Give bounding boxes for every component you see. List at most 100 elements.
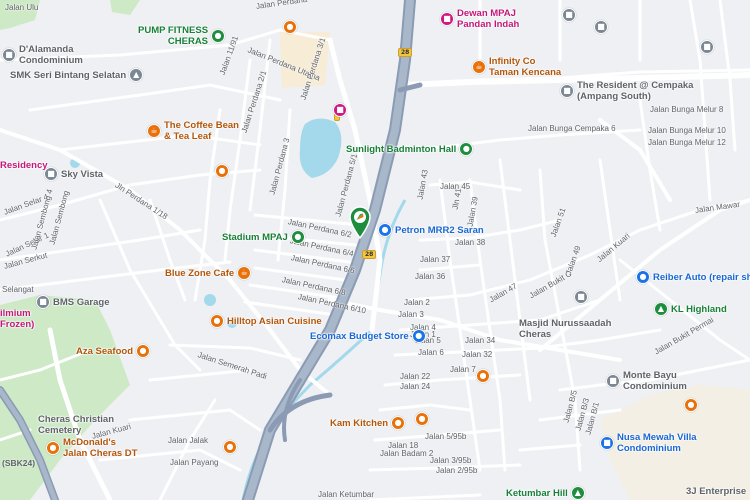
- poi-label: 3J Enterprise: [686, 486, 747, 497]
- poi-infinity[interactable]: ☕ Infinity Co Taman Kencana: [472, 56, 561, 78]
- shopping-icon: ●: [411, 329, 426, 343]
- street-label: Jalan Bunga Melur 12: [648, 138, 726, 147]
- street-label: Jalan Ketumbar: [318, 490, 375, 499]
- building-icon: ■: [44, 167, 58, 181]
- poi-stadium[interactable]: ● Stadium MPAJ: [222, 230, 305, 244]
- hill-icon: ▲: [570, 486, 585, 500]
- route-shield: 28: [398, 48, 413, 57]
- street-label: Jalan Bunga Melur 10: [648, 126, 726, 135]
- building-icon[interactable]: ■: [594, 20, 608, 34]
- coffee-icon: ☕: [472, 60, 486, 74]
- selected-location-pin[interactable]: [348, 205, 372, 239]
- poi-smk[interactable]: ▲ SMK Seri Bintang Selatan: [10, 68, 144, 82]
- poi-label: Nusa Mewah Villa Condominium: [617, 432, 697, 454]
- poi-label: Ketumbar Hill: [506, 487, 568, 499]
- poi-sky-vista[interactable]: ■ Sky Vista: [44, 167, 103, 181]
- street-label: Jalan 7: [450, 365, 476, 374]
- poi-label: BMS Garage: [53, 296, 110, 308]
- coffee-icon: ☕: [147, 124, 161, 138]
- street-label: Jalan 5/95b: [425, 432, 467, 441]
- restaurant-icon: ●: [210, 314, 224, 328]
- building-icon: ■: [36, 295, 50, 309]
- school-icon: ▲: [129, 68, 144, 82]
- street-label: Jalan 24: [400, 382, 431, 391]
- street-label: Jalan 36: [415, 272, 446, 281]
- map-canvas[interactable]: 28 28 ​ Jalan Perdana Utama Jalan 11/91 …: [0, 0, 750, 500]
- poi-nusa-mewah[interactable]: ■ Nusa Mewah Villa Condominium: [600, 432, 697, 454]
- street-label: Jalan 2: [404, 298, 430, 307]
- building-icon: ■: [560, 84, 574, 98]
- poi-label: Hilltop Asian Cuisine: [227, 315, 322, 327]
- poi-bms[interactable]: ■ BMS Garage: [36, 295, 110, 309]
- car-repair-icon: ●: [636, 270, 650, 284]
- poi-aza[interactable]: ● Aza Seafood: [76, 344, 151, 358]
- poi-masjid[interactable]: Masjid Nurussaadah Cheras: [519, 318, 611, 340]
- restaurant-icon[interactable]: ●: [223, 440, 237, 454]
- poi-dewan[interactable]: ■ Dewan MPAJ Pandan Indah: [440, 8, 519, 30]
- street-label: Jalan 22: [400, 372, 431, 381]
- poi-pump-fitness[interactable]: ● PUMP FITNESS CHERAS: [138, 25, 226, 47]
- poi-monte-bayu[interactable]: ■ Monte Bayu Condominium: [606, 370, 687, 392]
- poi-ecomax[interactable]: ● Ecomax Budget Store: [310, 329, 426, 343]
- poi-kam-kitchen[interactable]: ● Kam Kitchen: [330, 416, 406, 430]
- poi-dalamanda[interactable]: ■ D'Alamanda Condominium: [2, 44, 83, 66]
- street-label: Jalan 2/95b: [436, 466, 478, 475]
- stadium-icon: ●: [290, 230, 305, 244]
- street-label: Jalan Jalak: [168, 436, 209, 445]
- poi-label: Monte Bayu Condominium: [623, 370, 687, 392]
- poi-label: Masjid Nurussaadah Cheras: [519, 318, 612, 340]
- route-shield: 28: [362, 250, 377, 259]
- sport-icon: ●: [459, 142, 474, 156]
- poi-label: Infinity Co Taman Kencana: [489, 56, 562, 78]
- street-label: Jalan Payang: [170, 458, 219, 467]
- restaurant-icon: ●: [136, 344, 151, 358]
- street-label: Jalan 38: [455, 238, 486, 247]
- pond-2: [204, 294, 216, 306]
- restaurant-icon[interactable]: ●: [684, 398, 698, 412]
- dumbbell-icon: ●: [211, 29, 226, 43]
- poi-reiber[interactable]: ● Reiber Auto (repair shop): [636, 270, 750, 284]
- poi-label: Stadium MPAJ: [222, 231, 288, 243]
- building-icon[interactable]: ■: [574, 290, 588, 304]
- street-label: Jalan 3/95b: [430, 456, 472, 465]
- poi-label: The Coffee Bean & Tea Leaf: [164, 120, 239, 142]
- poi-hilltop[interactable]: ● Hilltop Asian Cuisine: [210, 314, 322, 328]
- poi-petron[interactable]: ● Petron MRR2 Saran: [378, 223, 484, 237]
- poi-label: Dewan MPAJ Pandan Indah: [457, 8, 520, 30]
- restaurant-icon[interactable]: ●: [476, 369, 490, 383]
- poi-cheras-christian[interactable]: Cheras Christian Cemetery: [38, 414, 114, 436]
- restaurant-icon[interactable]: ●: [215, 164, 229, 178]
- poi-coffee-bean[interactable]: ☕ The Coffee Bean & Tea Leaf: [147, 120, 239, 142]
- street-label: Jalan Ulu: [5, 3, 39, 12]
- building-icon: ■: [600, 436, 614, 450]
- building-icon[interactable]: ■: [562, 8, 576, 22]
- poi-label: Sky Vista: [61, 168, 104, 180]
- poi-residency[interactable]: Residency: [0, 160, 48, 171]
- poi-label: KL Highland: [671, 303, 727, 315]
- poi-label: D'Alamanda Condominium: [19, 44, 83, 66]
- street-label: Jalan 37: [420, 255, 451, 264]
- building-icon[interactable]: ■: [700, 40, 714, 54]
- poi-mcdonalds[interactable]: ● McDonald's Jalan Cheras DT: [46, 437, 137, 459]
- poi-blue-zone[interactable]: ☕ Blue Zone Cafe: [165, 266, 252, 280]
- poi-ilmium[interactable]: ilmium Frozen): [0, 308, 34, 330]
- home-icon: ▲: [654, 302, 668, 316]
- restaurant-icon[interactable]: ●: [283, 20, 297, 34]
- poi-label: ilmium Frozen): [0, 308, 35, 330]
- poi-sunlight[interactable]: ● Sunlight Badminton Hall: [346, 142, 474, 156]
- street-label: Jalan 3: [398, 310, 424, 319]
- poi-resident[interactable]: ■ The Resident @ Cempaka (Ampang South): [560, 80, 693, 102]
- poi-label: SMK Seri Bintang Selatan: [10, 69, 127, 81]
- poi-label: PUMP FITNESS CHERAS: [138, 25, 209, 47]
- shop-icon[interactable]: ■: [333, 103, 347, 117]
- building-icon: ■: [2, 48, 16, 62]
- poi-label: Residency: [0, 160, 48, 171]
- poi-label: The Resident @ Cempaka (Ampang South): [577, 80, 694, 102]
- restaurant-icon: ●: [46, 441, 60, 455]
- poi-3j[interactable]: 3J Enterprise: [686, 486, 746, 497]
- restaurant-icon[interactable]: ●: [415, 412, 429, 426]
- poi-kl-highland[interactable]: ▲ KL Highland: [654, 302, 727, 316]
- poi-label: McDonald's Jalan Cheras DT: [63, 437, 138, 459]
- poi-ketumbar-hill[interactable]: ▲ Ketumbar Hill: [506, 486, 585, 500]
- poi-label: Reiber Auto (repair shop): [653, 271, 750, 283]
